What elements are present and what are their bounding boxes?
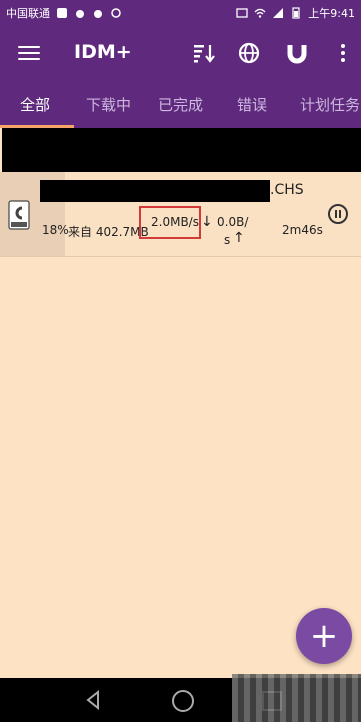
battery-icon [292,7,300,19]
carrier-label: 中国联通 [6,7,50,20]
file-type-icon [8,200,30,230]
magnet-icon[interactable] [284,40,310,66]
notification-icon [57,8,67,18]
upload-arrow-icon: ↑ [233,230,245,246]
more-vert-icon[interactable] [330,40,356,66]
signal-icon [273,8,284,18]
tab-bar: 全部 下载中 已完成 错误 计划任务 [0,80,361,128]
home-icon[interactable] [172,690,194,712]
globe-icon[interactable] [236,40,262,66]
download-arrow-icon: ↓ [201,214,213,230]
cast-icon [236,8,248,18]
app-title: IDM+ [74,41,132,63]
clock-label: 上午9:41 [308,7,355,20]
tab-all[interactable]: 全部 [20,94,50,115]
status-bar: 中国联通 上午9:41 [0,0,361,26]
pause-icon[interactable] [328,204,348,224]
weibo-icon [76,10,84,18]
tab-completed[interactable]: 已完成 [158,94,203,115]
sort-icon[interactable] [191,40,217,66]
tab-downloading[interactable]: 下载中 [86,94,131,115]
download-item[interactable]: .CHS 18% 来自 402.7MB 2.0MB/s ↓ 0.0B/ s ↑ … [0,172,361,257]
progress-percent: 18% [42,223,69,237]
file-name-redacted [40,180,270,202]
menu-icon[interactable] [18,42,40,64]
wifi-icon [254,8,266,18]
camera-icon [111,8,121,18]
time-remaining: 2m46s [282,223,323,237]
tab-scheduled[interactable]: 计划任务 [300,94,360,115]
redacted-banner [2,128,361,172]
upload-speed: 0.0B/ [217,215,249,229]
back-icon[interactable] [84,690,104,710]
add-download-button[interactable]: + [296,608,352,664]
weibo-icon [94,10,102,18]
highlight-box [139,206,201,239]
file-name-suffix: .CHS [270,182,304,198]
upload-speed-unit: s [224,233,231,247]
app-bar: IDM+ [0,26,361,80]
total-size: 来自 402.7MB [68,225,149,239]
tab-errors[interactable]: 错误 [237,94,267,115]
blurred-watermark [232,674,361,722]
